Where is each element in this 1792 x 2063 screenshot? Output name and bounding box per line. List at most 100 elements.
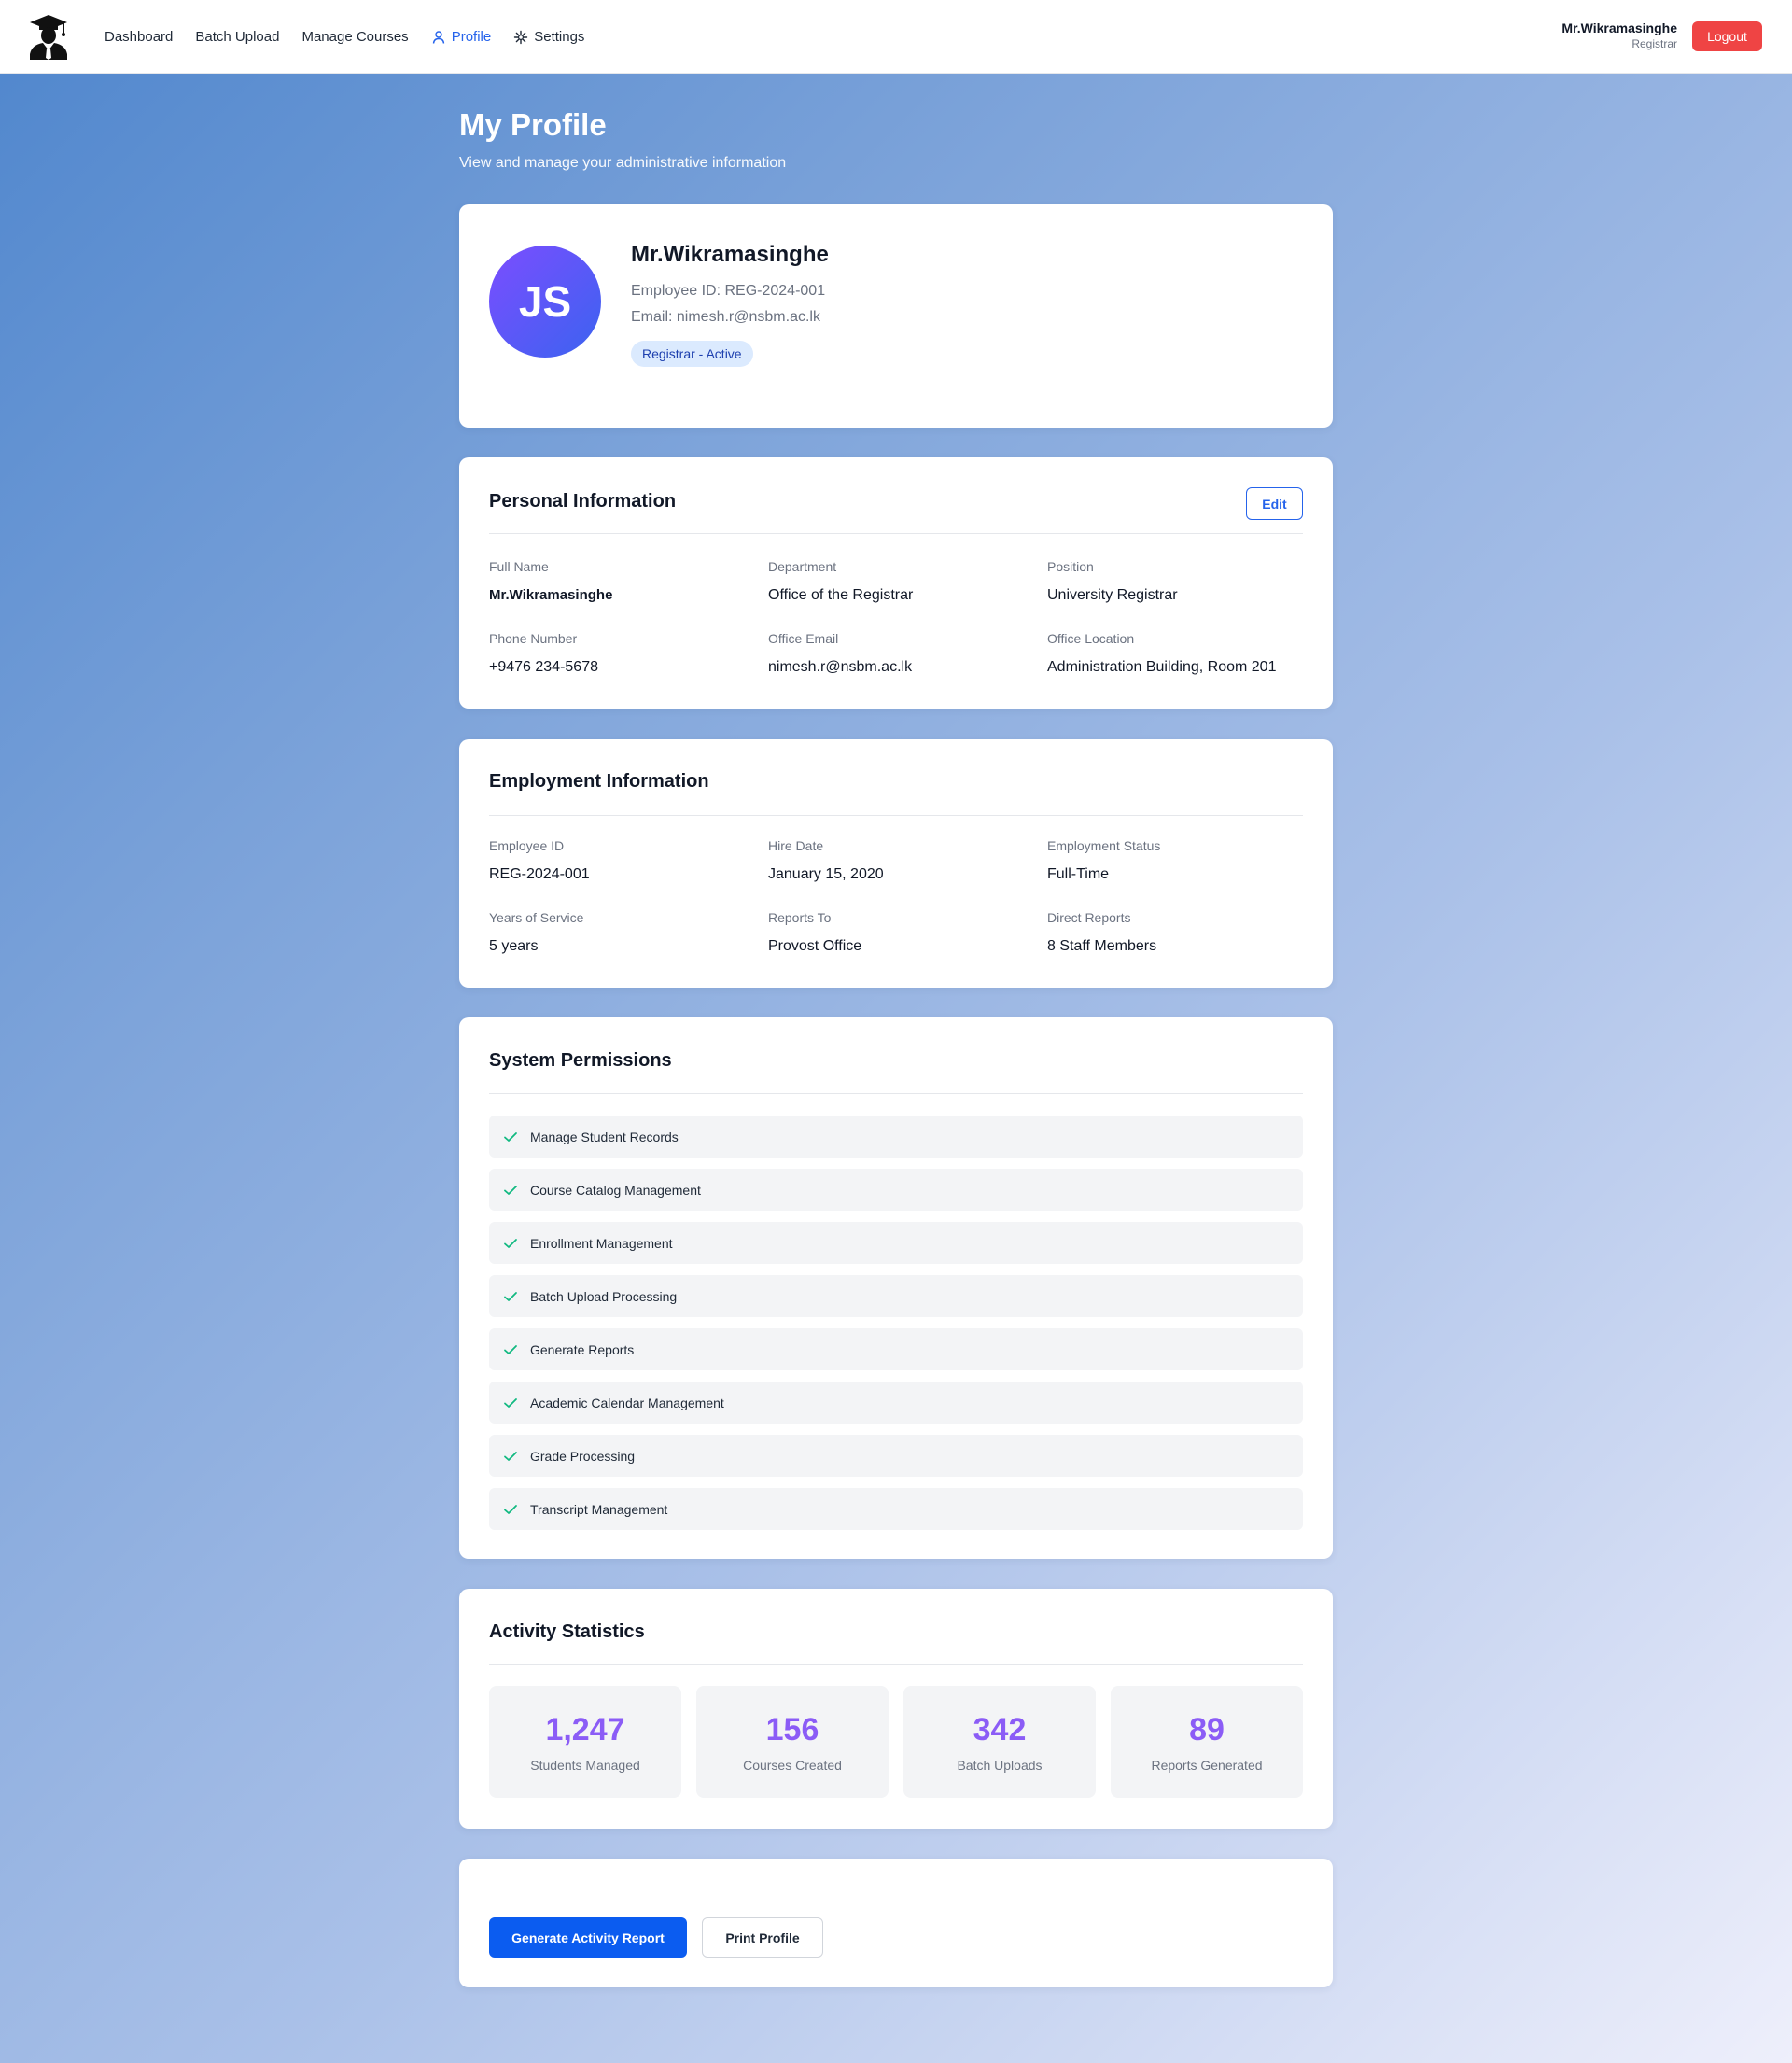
logout-button[interactable]: Logout xyxy=(1692,21,1762,51)
field-label: Employment Status xyxy=(1047,838,1161,853)
user-icon xyxy=(432,30,444,44)
list-item: Batch Upload Processing xyxy=(489,1275,1303,1317)
field-value: Office of the Registrar xyxy=(768,587,914,603)
list-item: Manage Student Records xyxy=(489,1116,1303,1158)
stat-label: Courses Created xyxy=(743,1758,842,1773)
field-direct-reports: Direct Reports 8 Staff Members xyxy=(1047,909,1309,981)
stat-batch-uploads: 342 Batch Uploads xyxy=(903,1686,1096,1798)
field-office-email: Office Email nimesh.r@nsbm.ac.lk xyxy=(768,630,1047,702)
stats-title: Activity Statistics xyxy=(489,1621,645,1642)
field-label: Direct Reports xyxy=(1047,910,1131,925)
field-years-of-service: Years of Service 5 years xyxy=(489,909,768,981)
permission-label: Course Catalog Management xyxy=(530,1182,701,1198)
nav-manage-courses[interactable]: Manage Courses xyxy=(301,29,408,45)
page-title: My Profile xyxy=(459,107,607,142)
field-phone-number: Phone Number +9476 234-5678 xyxy=(489,630,768,702)
stat-students-managed: 1,247 Students Managed xyxy=(489,1686,681,1798)
list-item: Course Catalog Management xyxy=(489,1169,1303,1211)
check-icon xyxy=(504,1344,517,1354)
stat-label: Batch Uploads xyxy=(957,1758,1043,1773)
field-label: Full Name xyxy=(489,559,549,574)
field-hire-date: Hire Date January 15, 2020 xyxy=(768,837,1047,909)
stat-courses-created: 156 Courses Created xyxy=(696,1686,889,1798)
settings-icon xyxy=(514,30,528,44)
stat-label: Reports Generated xyxy=(1151,1758,1263,1773)
permission-label: Enrollment Management xyxy=(530,1235,673,1251)
field-value: Mr.Wikramasinghe xyxy=(489,587,613,603)
field-position: Position University Registrar xyxy=(1047,558,1309,630)
system-permissions-card: System Permissions Manage Student Record… xyxy=(459,1017,1333,1559)
status-badge: Registrar - Active xyxy=(631,341,753,367)
profile-email: Email: nimesh.r@nsbm.ac.lk xyxy=(631,309,820,325)
permission-label: Academic Calendar Management xyxy=(530,1395,724,1410)
check-icon xyxy=(504,1451,517,1461)
list-item: Transcript Management xyxy=(489,1488,1303,1530)
permissions-list: Manage Student Records Course Catalog Ma… xyxy=(489,1116,1303,1541)
field-label: Phone Number xyxy=(489,631,578,646)
profile-summary-card: JS Mr.Wikramasinghe Employee ID: REG-202… xyxy=(459,204,1333,428)
employment-info-header: Employment Information xyxy=(489,739,1303,816)
field-label: Employee ID xyxy=(489,838,565,853)
permissions-title: System Permissions xyxy=(489,1050,672,1071)
field-office-location: Office Location Administration Building,… xyxy=(1047,630,1309,702)
personal-info-title: Personal Information xyxy=(489,491,677,512)
print-profile-button[interactable]: Print Profile xyxy=(702,1917,823,1958)
check-icon xyxy=(504,1397,517,1408)
stat-value: 89 xyxy=(1189,1712,1225,1747)
activity-statistics-card: Activity Statistics 1,247 Students Manag… xyxy=(459,1589,1333,1829)
check-icon xyxy=(504,1238,517,1248)
stats-row: 1,247 Students Managed 156 Courses Creat… xyxy=(489,1686,1303,1798)
field-employee-id: Employee ID REG-2024-001 xyxy=(489,837,768,909)
permission-label: Grade Processing xyxy=(530,1448,636,1464)
edit-button[interactable]: Edit xyxy=(1246,487,1303,520)
field-label: Office Email xyxy=(768,631,839,646)
personal-info-header: Personal Information Edit xyxy=(489,457,1303,534)
field-label: Position xyxy=(1047,559,1094,574)
check-icon xyxy=(504,1291,517,1301)
permission-label: Generate Reports xyxy=(530,1341,635,1357)
field-value: 8 Staff Members xyxy=(1047,938,1157,954)
field-full-name: Full Name Mr.Wikramasinghe xyxy=(489,558,768,630)
nav-batch-upload[interactable]: Batch Upload xyxy=(195,29,279,45)
top-navbar: Dashboard Batch Upload Manage Courses Pr… xyxy=(0,0,1792,74)
stat-label: Students Managed xyxy=(530,1758,640,1773)
field-value: REG-2024-001 xyxy=(489,866,590,882)
field-department: Department Office of the Registrar xyxy=(768,558,1047,630)
avatar: JS xyxy=(489,246,601,358)
field-label: Office Location xyxy=(1047,631,1135,646)
field-value: Provost Office xyxy=(768,938,862,954)
nav-dashboard[interactable]: Dashboard xyxy=(105,29,173,45)
list-item: Generate Reports xyxy=(489,1328,1303,1370)
main-nav: Dashboard Batch Upload Manage Courses Pr… xyxy=(105,0,607,74)
field-reports-to: Reports To Provost Office xyxy=(768,909,1047,981)
nav-settings[interactable]: Settings xyxy=(513,29,584,45)
nav-profile[interactable]: Profile xyxy=(431,29,491,45)
field-employment-status: Employment Status Full-Time xyxy=(1047,837,1309,909)
field-label: Years of Service xyxy=(489,910,584,925)
stat-value: 156 xyxy=(765,1712,819,1747)
profile-employee-id: Employee ID: REG-2024-001 xyxy=(631,283,826,299)
generate-activity-report-button[interactable]: Generate Activity Report xyxy=(489,1917,687,1958)
check-icon xyxy=(504,1131,517,1142)
employment-info-title: Employment Information xyxy=(489,771,709,792)
list-item: Enrollment Management xyxy=(489,1222,1303,1264)
field-value: Administration Building, Room 201 xyxy=(1047,659,1277,675)
field-value: nimesh.r@nsbm.ac.lk xyxy=(768,659,913,675)
field-value: 5 years xyxy=(489,938,539,954)
current-user: Mr.Wikramasinghe Registrar xyxy=(1561,20,1677,51)
nav-settings-label: Settings xyxy=(534,29,585,45)
list-item: Academic Calendar Management xyxy=(489,1382,1303,1424)
field-value: Full-Time xyxy=(1047,866,1110,882)
current-user-role: Registrar xyxy=(1631,37,1677,50)
graduate-logo-icon[interactable] xyxy=(26,13,71,60)
field-value: University Registrar xyxy=(1047,587,1178,603)
permission-label: Transcript Management xyxy=(530,1501,668,1517)
personal-info-card: Personal Information Edit Full Name Mr.W… xyxy=(459,457,1333,709)
stat-value: 342 xyxy=(973,1712,1027,1747)
current-user-name: Mr.Wikramasinghe xyxy=(1561,21,1677,35)
field-value: January 15, 2020 xyxy=(768,866,884,882)
field-value: +9476 234-5678 xyxy=(489,659,598,675)
employment-info-fields: Employee ID REG-2024-001 Hire Date Janua… xyxy=(489,837,1303,981)
actions-card: Generate Activity Report Print Profile xyxy=(459,1859,1333,1987)
nav-batch-upload-label: Batch Upload xyxy=(195,29,280,45)
